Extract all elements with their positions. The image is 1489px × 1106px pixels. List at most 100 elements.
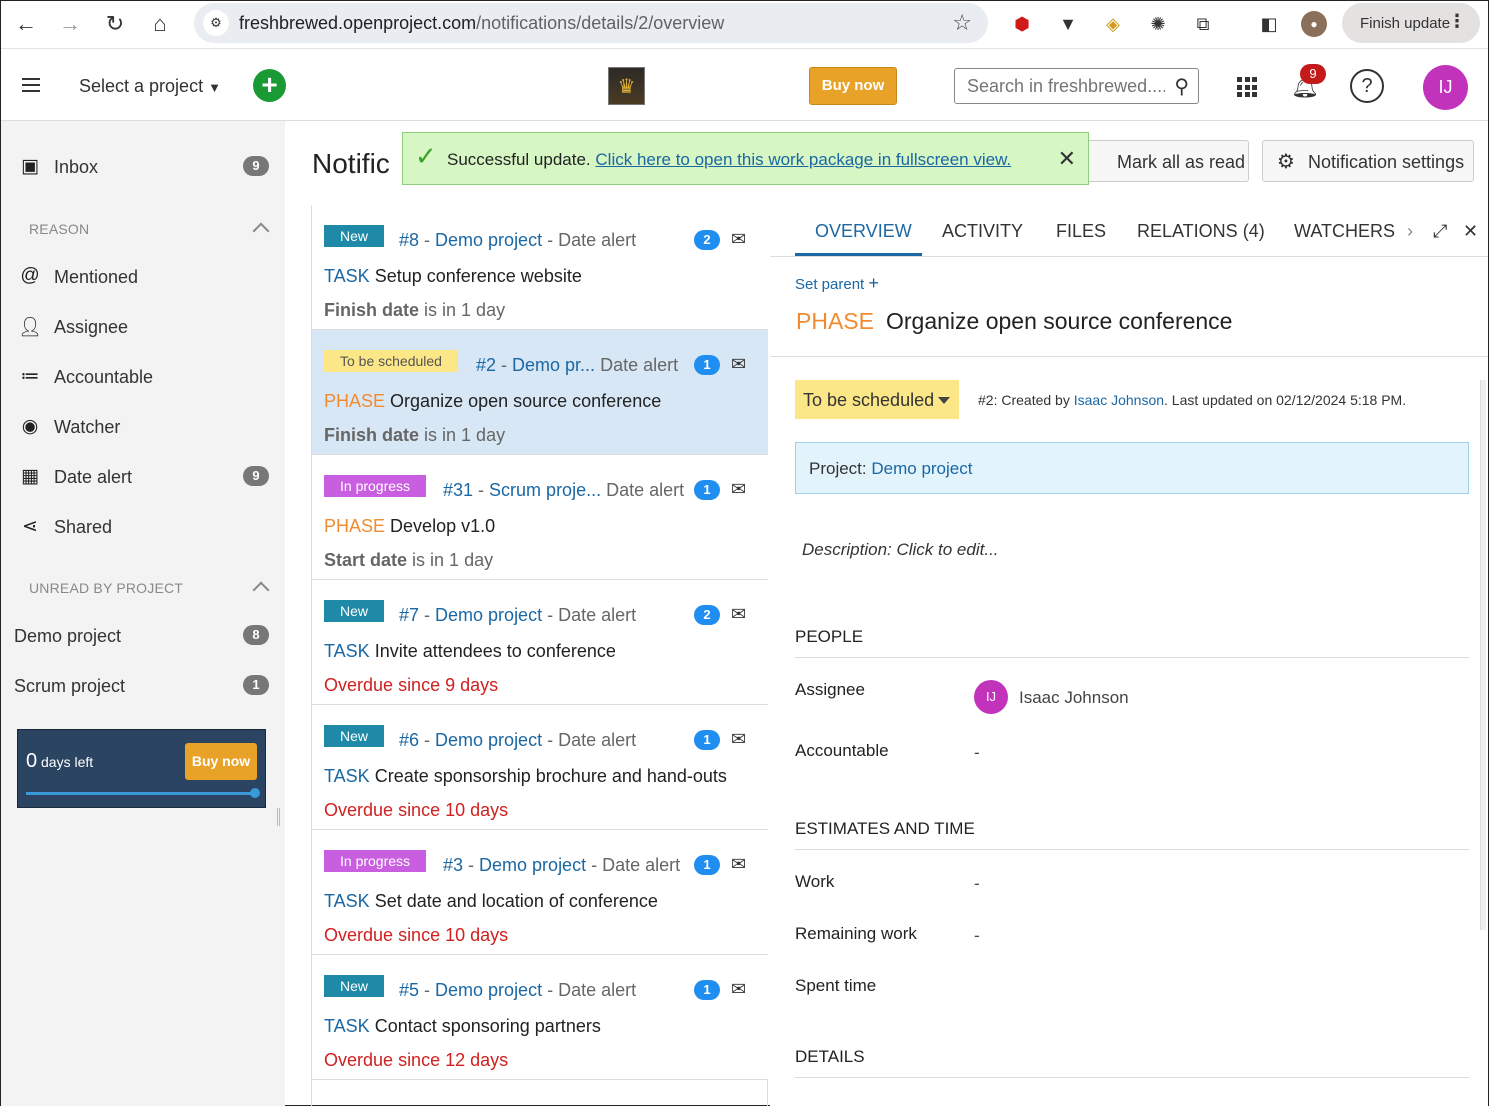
wp-id-link[interactable]: #8 <box>399 230 419 250</box>
menu-hamburger-icon[interactable] <box>22 78 40 92</box>
trial-banner: 0 days left Buy now <box>17 729 266 808</box>
work-value[interactable]: - <box>974 874 980 894</box>
gear-extension-icon[interactable]: ✺ <box>1145 11 1171 37</box>
description-field[interactable]: Description: Click to edit... <box>802 540 999 560</box>
mark-read-icon[interactable]: ✉ <box>731 979 746 1000</box>
notification-row[interactable]: In progress #3 - Demo project - Date ale… <box>312 830 768 955</box>
vee-extension-icon[interactable]: ▼ <box>1055 11 1081 37</box>
search-icon[interactable]: ⚲ <box>1174 74 1189 99</box>
status-dropdown[interactable]: To be scheduled <box>795 380 959 419</box>
detail-tabs: OVERVIEW ACTIVITY FILES RELATIONS (4) WA… <box>770 205 1488 257</box>
project-link[interactable]: Demo project <box>871 459 972 478</box>
tab-activity[interactable]: ACTIVITY <box>942 221 1023 242</box>
site-info-icon[interactable]: ⚙ <box>203 10 229 36</box>
buy-now-button[interactable]: Buy now <box>809 67 897 105</box>
notification-row-selected[interactable]: To be scheduled #2 - Demo pr... Date ale… <box>312 330 768 455</box>
fullscreen-expand-icon[interactable]: ⤢ <box>1433 221 1447 242</box>
sidebar-item-label: Scrum project <box>14 676 126 696</box>
more-vert-icon[interactable]: ⋮ <box>1448 11 1466 32</box>
notification-settings-button[interactable]: ⚙ Notification settings <box>1262 140 1474 182</box>
notification-row[interactable]: New #6 - Demo project - Date alert 1 ✉ T… <box>312 705 768 830</box>
home-icon[interactable]: ⌂ <box>145 9 175 39</box>
notification-subject: PHASE Develop v1.0 <box>324 516 496 536</box>
user-avatar[interactable]: IJ <box>1423 65 1468 110</box>
wp-id-link[interactable]: #5 <box>399 980 419 1000</box>
assignee-value[interactable]: Isaac Johnson <box>1019 688 1129 708</box>
project-link[interactable]: Demo pr... <box>512 355 595 375</box>
notification-row[interactable]: New #8 - Demo project - Date alert 2 ✉ T… <box>312 205 768 330</box>
sidebar-item-mentioned[interactable]: @ Mentioned <box>1 257 285 297</box>
fullscreen-link[interactable]: Click here to open this work package in … <box>595 150 1011 169</box>
sidebar-item-watcher[interactable]: ◉ Watcher <box>1 407 285 447</box>
notification-row[interactable]: New #7 - Demo project - Date alert 2 ✉ T… <box>312 580 768 705</box>
bookmark-star-icon[interactable]: ☆ <box>952 10 972 36</box>
detail-scrollbar[interactable] <box>1480 380 1486 930</box>
adblock-extension-icon[interactable]: ⬢ <box>1009 11 1035 37</box>
app-logo[interactable]: ♛ <box>608 67 645 105</box>
collapse-chevron-icon[interactable] <box>252 581 270 599</box>
sidebar-item-inbox[interactable]: ▣ Inbox 9 <box>1 147 285 187</box>
back-icon[interactable]: ← <box>11 9 41 39</box>
tab-watchers[interactable]: WATCHERS <box>1294 221 1395 242</box>
sidebar-resize-handle[interactable] <box>277 808 280 826</box>
wp-id-link[interactable]: #3 <box>443 855 463 875</box>
close-icon[interactable]: ✕ <box>1058 146 1076 172</box>
set-parent-link[interactable]: Set parent + <box>795 273 879 294</box>
mark-read-icon[interactable]: ✉ <box>731 229 746 250</box>
author-link[interactable]: Isaac Johnson <box>1074 392 1164 408</box>
forward-icon[interactable]: → <box>55 9 85 39</box>
mark-read-icon[interactable]: ✉ <box>731 479 746 500</box>
mark-read-icon[interactable]: ✉ <box>731 604 746 625</box>
notification-date-info: Finish date is in 1 day <box>324 425 506 445</box>
remaining-work-value[interactable]: - <box>974 926 980 946</box>
tab-overview[interactable]: OVERVIEW <box>815 221 912 242</box>
help-icon[interactable]: ? <box>1350 69 1384 103</box>
sidebar-item-label: Accountable <box>54 367 154 387</box>
close-icon[interactable]: ✕ <box>1463 221 1478 242</box>
tab-relations[interactable]: RELATIONS (4) <box>1137 221 1265 242</box>
mark-read-icon[interactable]: ✉ <box>731 354 746 375</box>
tab-files[interactable]: FILES <box>1056 221 1106 242</box>
reload-icon[interactable]: ↻ <box>100 9 130 39</box>
side-panel-icon[interactable]: ◧ <box>1256 11 1282 37</box>
project-link[interactable]: Demo project <box>435 230 542 250</box>
project-link[interactable]: Demo project <box>479 855 586 875</box>
wp-id-link[interactable]: #7 <box>399 605 419 625</box>
mark-read-icon[interactable]: ✉ <box>731 729 746 750</box>
finish-update-button[interactable]: Finish update ⋮ <box>1342 3 1480 43</box>
select-project-dropdown[interactable]: Select a project ▼ <box>79 76 221 97</box>
project-link[interactable]: Demo project <box>435 980 542 1000</box>
wp-id-link[interactable]: #2 <box>476 355 496 375</box>
profile-avatar-icon[interactable]: ● <box>1301 11 1327 37</box>
global-search[interactable]: ⚲ <box>954 68 1199 104</box>
sidebar-item-accountable[interactable]: ≔ Accountable <box>1 357 285 397</box>
project-link[interactable]: Scrum proje... <box>489 480 601 500</box>
modules-grid-icon[interactable] <box>1237 77 1257 97</box>
url-text[interactable]: freshbrewed.openproject.com/notification… <box>239 13 724 34</box>
wp-id-link[interactable]: #31 <box>443 480 473 500</box>
color-extension-icon[interactable]: ◈ <box>1100 11 1126 37</box>
sidebar-item-assignee[interactable]: 👤︎ Assignee <box>1 307 285 347</box>
project-link[interactable]: Demo project <box>435 730 542 750</box>
wp-id-link[interactable]: #6 <box>399 730 419 750</box>
trial-buy-now-button[interactable]: Buy now <box>185 743 257 780</box>
mark-read-icon[interactable]: ✉ <box>731 854 746 875</box>
sidebar-item-scrum-project[interactable]: Scrum project 1 <box>1 666 285 706</box>
project-link[interactable]: Demo project <box>435 605 542 625</box>
work-package-title[interactable]: PHASE Organize open source conference <box>796 308 1232 335</box>
extensions-puzzle-icon[interactable]: ⧉ <box>1190 11 1216 37</box>
sidebar-item-shared[interactable]: ⋖ Shared <box>1 507 285 547</box>
sidebar-item-date-alert[interactable]: ▦ Date alert 9 <box>1 457 285 497</box>
tabs-scroll-right-icon[interactable]: › <box>1407 221 1413 242</box>
accountable-value[interactable]: - <box>974 743 980 763</box>
divider <box>795 657 1469 658</box>
sidebar-item-demo-project[interactable]: Demo project 8 <box>1 616 285 656</box>
notification-row[interactable]: In progress #31 - Scrum proje... Date al… <box>312 455 768 580</box>
collapse-chevron-icon[interactable] <box>252 222 270 240</box>
notification-row[interactable]: New #5 - Demo project - Date alert 1 ✉ T… <box>312 955 768 1080</box>
mark-all-read-button[interactable]: Mark all as read <box>1086 140 1249 182</box>
create-plus-button[interactable]: + <box>253 69 286 102</box>
address-bar[interactable]: ⚙ freshbrewed.openproject.com/notificati… <box>194 3 988 43</box>
search-input[interactable] <box>955 69 1165 103</box>
work-package-meta: #2: Created by Isaac Johnson. Last updat… <box>978 392 1407 408</box>
